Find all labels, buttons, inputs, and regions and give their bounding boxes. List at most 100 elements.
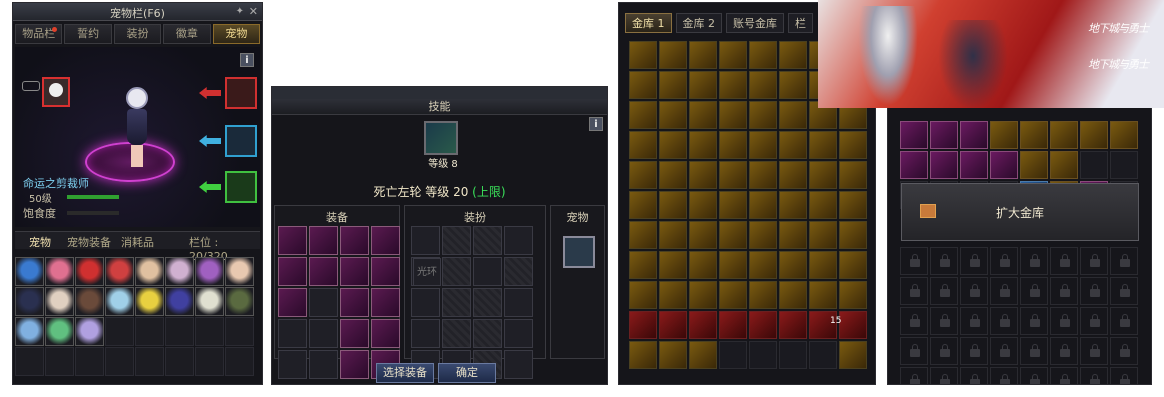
expand-vault-button[interactable]: 扩大金库	[901, 183, 1139, 241]
avatar-slot[interactable]	[473, 226, 502, 255]
window-titlebar[interactable]: 宠物栏(F6) ✦ ✕	[13, 3, 262, 21]
equipment-slot[interactable]	[309, 319, 338, 348]
select-equipment-button[interactable]: 选择装备	[376, 363, 434, 383]
equipment-slot[interactable]	[278, 319, 307, 348]
vault-slot[interactable]	[960, 121, 988, 149]
vault-slot[interactable]	[1080, 121, 1108, 149]
avatar-slot[interactable]	[504, 288, 533, 317]
inventory-slot[interactable]	[105, 317, 134, 346]
vault-slot[interactable]	[629, 131, 657, 159]
inventory-slot[interactable]	[105, 287, 134, 316]
pet-equip-slot-red[interactable]	[225, 77, 257, 109]
inventory-slot[interactable]	[195, 287, 224, 316]
inventory-slot[interactable]	[195, 347, 224, 376]
equipment-slot[interactable]	[371, 319, 400, 348]
subtab-pet[interactable]: 宠物	[29, 234, 51, 250]
vault-slot[interactable]	[659, 341, 687, 369]
vault-slot[interactable]	[719, 101, 747, 129]
vault-slot[interactable]	[689, 191, 717, 219]
inventory-slot[interactable]	[45, 257, 74, 286]
vault-slot[interactable]	[689, 281, 717, 309]
close-icon[interactable]: ✕	[249, 5, 258, 18]
vault-slot[interactable]	[629, 101, 657, 129]
vault-slot[interactable]	[749, 101, 777, 129]
avatar-slot[interactable]	[442, 319, 471, 348]
vault-slot[interactable]	[629, 281, 657, 309]
tab-pet[interactable]: 宠物	[212, 24, 261, 44]
inventory-slot[interactable]	[45, 347, 74, 376]
vault-slot[interactable]	[659, 101, 687, 129]
pet-equip-slot-blue[interactable]	[225, 125, 257, 157]
inventory-slot[interactable]	[165, 317, 194, 346]
vault-slot[interactable]	[900, 151, 928, 179]
vault-slot[interactable]	[629, 71, 657, 99]
vault-slot[interactable]	[659, 251, 687, 279]
equipment-slot[interactable]	[309, 350, 338, 379]
inventory-slot[interactable]	[165, 257, 194, 286]
inventory-slot[interactable]	[15, 317, 44, 346]
vault-slot[interactable]	[749, 251, 777, 279]
equipment-slot[interactable]	[340, 226, 369, 255]
vault-slot[interactable]	[659, 131, 687, 159]
inventory-slot[interactable]	[105, 257, 134, 286]
avatar-slot[interactable]	[473, 319, 502, 348]
vault-slot[interactable]	[719, 161, 747, 189]
vault-slot[interactable]	[960, 151, 988, 179]
equipment-slot[interactable]	[309, 226, 338, 255]
vault-slot[interactable]	[809, 191, 837, 219]
vault-slot[interactable]	[930, 151, 958, 179]
vault-slot[interactable]	[659, 221, 687, 249]
vault-slot[interactable]	[689, 161, 717, 189]
inventory-slot[interactable]	[15, 347, 44, 376]
vault-slot[interactable]	[779, 101, 807, 129]
inventory-slot[interactable]	[45, 287, 74, 316]
inventory-slot[interactable]	[195, 317, 224, 346]
equipment-slot[interactable]	[340, 350, 369, 379]
vault-slot[interactable]	[1020, 121, 1048, 149]
avatar-slot[interactable]	[411, 226, 440, 255]
avatar-slot[interactable]	[473, 288, 502, 317]
inventory-slot[interactable]	[75, 347, 104, 376]
inventory-slot[interactable]	[75, 317, 104, 346]
vault-slot[interactable]	[689, 341, 717, 369]
vault-slot[interactable]	[839, 191, 867, 219]
avatar-slot[interactable]	[504, 350, 533, 379]
vault-slot[interactable]	[839, 311, 867, 339]
confirm-button[interactable]: 确定	[438, 363, 496, 383]
vault-slot[interactable]	[1110, 151, 1138, 179]
vault-slot[interactable]	[839, 341, 867, 369]
vault-slot[interactable]	[809, 281, 837, 309]
avatar-slot[interactable]	[504, 319, 533, 348]
equipment-slot[interactable]	[309, 288, 338, 317]
vault-slot[interactable]	[809, 221, 837, 249]
vault-slot[interactable]	[659, 41, 687, 69]
vault-slot[interactable]	[629, 161, 657, 189]
vault-slot[interactable]	[719, 341, 747, 369]
inventory-slot[interactable]	[105, 347, 134, 376]
vault-slot[interactable]	[749, 71, 777, 99]
vault-slot[interactable]	[779, 281, 807, 309]
vault-slot[interactable]	[629, 251, 657, 279]
vault-slot[interactable]	[659, 71, 687, 99]
vault-slot[interactable]	[629, 41, 657, 69]
vault-slot[interactable]	[629, 191, 657, 219]
equipment-slot[interactable]	[371, 226, 400, 255]
vault-slot[interactable]	[689, 131, 717, 159]
pin-icon[interactable]: ✦	[236, 6, 244, 17]
pet-equip-slot-green[interactable]	[225, 171, 257, 203]
vault-slot[interactable]	[779, 131, 807, 159]
vault-slot[interactable]	[719, 251, 747, 279]
vault-slot[interactable]	[809, 161, 837, 189]
vault-slot[interactable]	[749, 341, 777, 369]
vault-slot[interactable]	[809, 251, 837, 279]
vault-slot[interactable]	[779, 191, 807, 219]
inventory-slot[interactable]	[165, 287, 194, 316]
vault-slot[interactable]	[839, 131, 867, 159]
inventory-slot[interactable]	[15, 287, 44, 316]
vault-slot[interactable]	[839, 161, 867, 189]
vault-slot[interactable]	[689, 311, 717, 339]
avatar-slot[interactable]	[411, 288, 440, 317]
vault-slot[interactable]	[809, 131, 837, 159]
vault-slot[interactable]	[689, 41, 717, 69]
avatar-slot[interactable]	[442, 226, 471, 255]
